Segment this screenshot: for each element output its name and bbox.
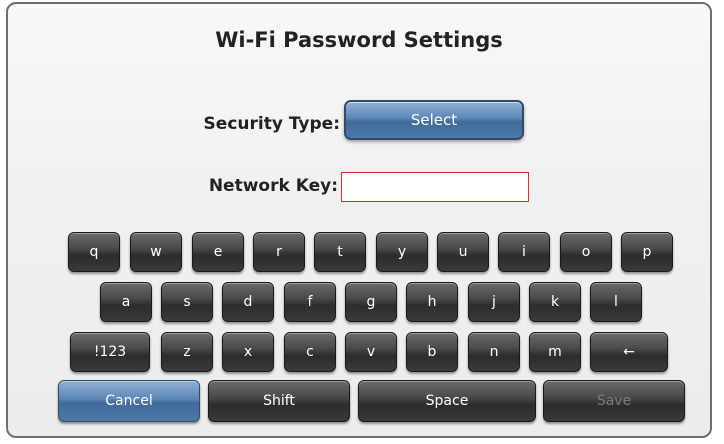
key-k[interactable]: k (529, 282, 581, 322)
dialog-frame: Wi-Fi Password Settings Security Type: S… (6, 2, 712, 438)
security-type-select-button[interactable]: Select (344, 100, 524, 140)
backspace-key[interactable]: ← (590, 332, 668, 372)
key-j[interactable]: j (468, 282, 520, 322)
key-y[interactable]: y (376, 232, 428, 272)
key-g[interactable]: g (345, 282, 397, 322)
key-symbols[interactable]: !123 (70, 332, 150, 372)
key-a[interactable]: a (100, 282, 152, 322)
network-key-input[interactable] (341, 172, 529, 202)
cancel-button[interactable]: Cancel (58, 380, 200, 422)
space-key[interactable]: Space (358, 380, 536, 422)
key-u[interactable]: u (437, 232, 489, 272)
key-l[interactable]: l (590, 282, 642, 322)
key-b[interactable]: b (406, 332, 458, 372)
key-v[interactable]: v (345, 332, 397, 372)
key-c[interactable]: c (284, 332, 336, 372)
key-d[interactable]: d (222, 282, 274, 322)
key-w[interactable]: w (130, 232, 182, 272)
key-o[interactable]: o (560, 232, 612, 272)
page-title: Wi-Fi Password Settings (215, 28, 503, 52)
shift-key[interactable]: Shift (208, 380, 350, 422)
key-s[interactable]: s (161, 282, 213, 322)
key-n[interactable]: n (468, 332, 520, 372)
key-i[interactable]: i (498, 232, 550, 272)
key-t[interactable]: t (314, 232, 366, 272)
key-p[interactable]: p (621, 232, 673, 272)
key-q[interactable]: q (68, 232, 120, 272)
key-f[interactable]: f (284, 282, 336, 322)
key-h[interactable]: h (406, 282, 458, 322)
key-m[interactable]: m (529, 332, 581, 372)
key-r[interactable]: r (253, 232, 305, 272)
key-x[interactable]: x (222, 332, 274, 372)
save-button[interactable]: Save (543, 380, 685, 422)
network-key-label: Network Key: (208, 176, 338, 196)
key-e[interactable]: e (192, 232, 244, 272)
security-type-label: Security Type: (203, 114, 340, 134)
key-z[interactable]: z (161, 332, 213, 372)
